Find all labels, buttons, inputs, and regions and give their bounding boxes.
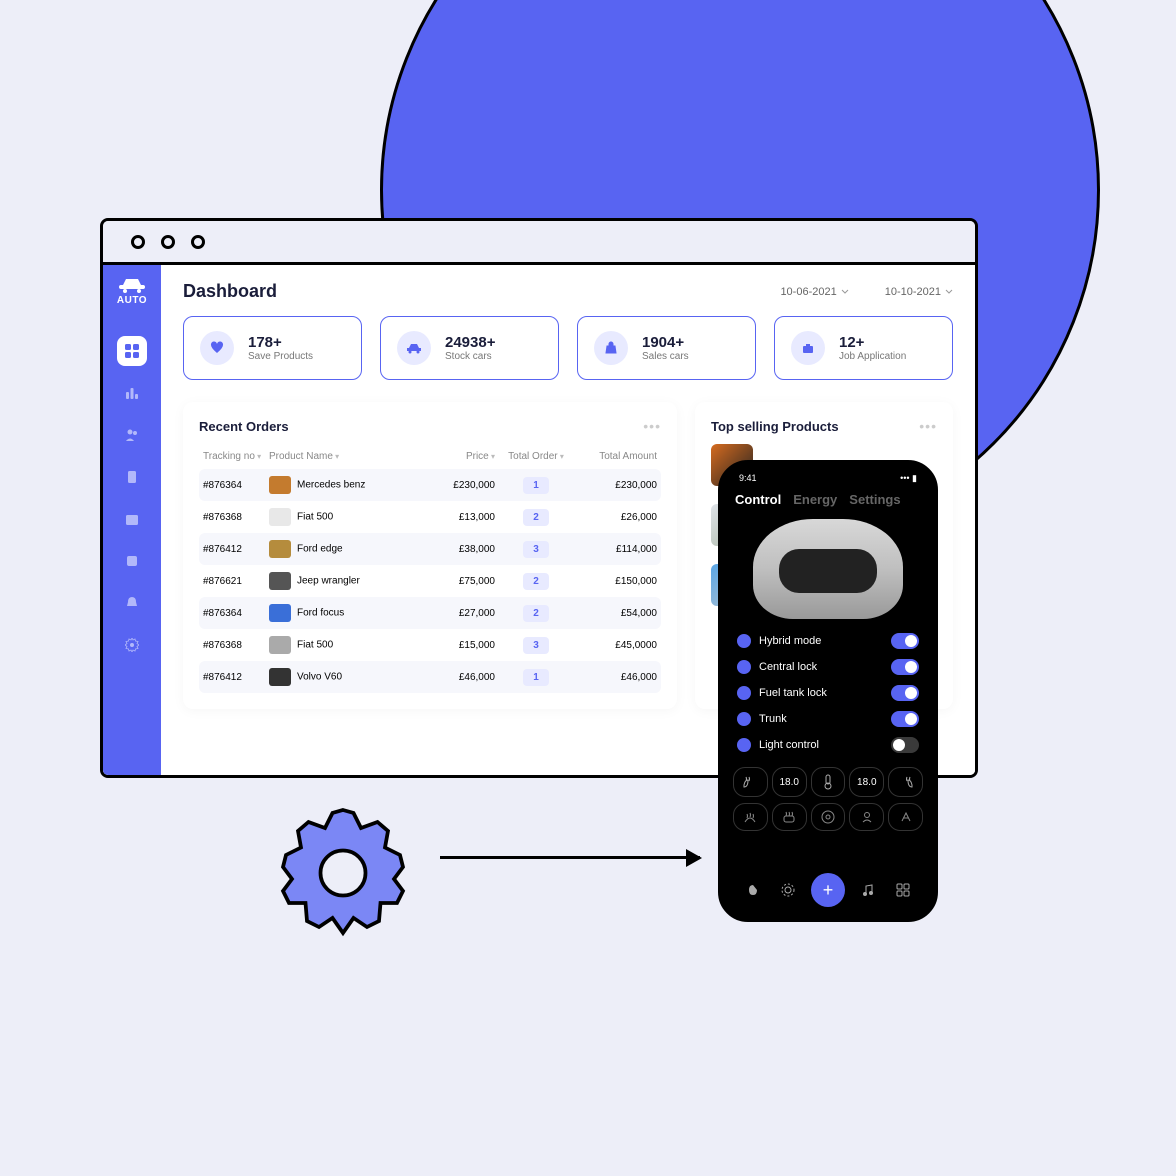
nav-documents[interactable]: [117, 462, 147, 492]
mobile-navbar: +: [731, 865, 925, 907]
panel-title: Top selling Products: [711, 419, 839, 434]
mobile-tabs: Control Energy Settings: [731, 492, 925, 507]
nav-analytics[interactable]: [117, 378, 147, 408]
col-price[interactable]: Price: [425, 451, 495, 462]
nav-apps-icon[interactable]: [890, 877, 916, 903]
temp-left[interactable]: 18.0: [772, 767, 807, 797]
toggle[interactable]: [891, 737, 919, 753]
col-total-order[interactable]: Total Order: [501, 451, 571, 462]
logo-text: AUTO: [117, 295, 147, 306]
nav-gear-icon[interactable]: [775, 877, 801, 903]
table-row[interactable]: #876364Ford focus£27,0002£54,000: [199, 597, 661, 629]
control-row: Light control: [737, 737, 919, 753]
nav-calendar[interactable]: [117, 504, 147, 534]
nav-add-button[interactable]: +: [811, 873, 845, 907]
status-time: 9:41: [739, 473, 757, 484]
secondary-controls: [733, 803, 923, 831]
steering-icon[interactable]: [811, 803, 846, 831]
climate-row: 18.0 18.0: [733, 767, 923, 797]
recent-orders-panel: Recent Orders ••• Tracking no Product Na…: [183, 402, 677, 709]
logo: AUTO: [117, 275, 147, 306]
defrost-rear-icon[interactable]: [772, 803, 807, 831]
gear-illustration: [268, 798, 418, 948]
page-title: Dashboard: [183, 281, 277, 302]
control-icon: [737, 712, 751, 726]
toggle[interactable]: [891, 633, 919, 649]
card-save-products[interactable]: 178+Save Products: [183, 316, 362, 380]
mobile-phone: 9:41 ••• ▮ Control Energy Settings Hybri…: [718, 460, 938, 922]
control-row: Fuel tank lock: [737, 685, 919, 701]
table-row[interactable]: #876368Fiat 500£15,0003£45,0000: [199, 629, 661, 661]
defrost-front-icon[interactable]: [733, 803, 768, 831]
toggle[interactable]: [891, 659, 919, 675]
table-row[interactable]: #876412Ford edge£38,0003£114,000: [199, 533, 661, 565]
table-row[interactable]: #876368Fiat 500£13,0002£26,000: [199, 501, 661, 533]
nav-settings[interactable]: [117, 630, 147, 660]
nav-notifications[interactable]: [117, 588, 147, 618]
control-row: Hybrid mode: [737, 633, 919, 649]
heart-icon: [200, 331, 234, 365]
arrow: [440, 856, 700, 859]
card-job-application[interactable]: 12+Job Application: [774, 316, 953, 380]
tab-energy[interactable]: Energy: [793, 492, 837, 507]
tab-control[interactable]: Control: [735, 492, 781, 507]
control-label: Trunk: [759, 713, 787, 725]
col-tracking[interactable]: Tracking no: [203, 451, 263, 462]
date-range: 10-06-2021 10-10-2021: [780, 286, 953, 298]
control-icon: [737, 634, 751, 648]
control-label: Hybrid mode: [759, 635, 821, 647]
tab-settings[interactable]: Settings: [849, 492, 900, 507]
bag-icon: [594, 331, 628, 365]
card-sales-cars[interactable]: 1904+Sales cars: [577, 316, 756, 380]
date-to[interactable]: 10-10-2021: [885, 286, 953, 298]
control-label: Fuel tank lock: [759, 687, 827, 699]
thermometer-icon[interactable]: [811, 767, 846, 797]
window-control[interactable]: [131, 235, 145, 249]
status-icons: ••• ▮: [900, 473, 917, 484]
car-icon: [397, 331, 431, 365]
more-icon[interactable]: •••: [643, 418, 661, 434]
status-bar: 9:41 ••• ▮: [731, 471, 925, 492]
more-icon[interactable]: •••: [919, 418, 937, 434]
panel-title: Recent Orders: [199, 419, 289, 434]
control-icon: [737, 686, 751, 700]
table-header: Tracking no Product Name Price Total Ord…: [199, 444, 661, 469]
stat-cards: 178+Save Products 24938+Stock cars 1904+…: [183, 316, 953, 380]
date-from[interactable]: 10-06-2021: [780, 286, 848, 298]
nav-reports[interactable]: [117, 546, 147, 576]
nav-users[interactable]: [117, 420, 147, 450]
nav-home-icon[interactable]: [740, 877, 766, 903]
control-list: Hybrid mode Central lock Fuel tank lock Tru…: [731, 629, 925, 757]
toggle[interactable]: [891, 711, 919, 727]
window-control[interactable]: [191, 235, 205, 249]
control-row: Trunk: [737, 711, 919, 727]
car-visual: [731, 513, 925, 629]
table-row[interactable]: #876364Mercedes benz£230,0001£230,000: [199, 469, 661, 501]
nav-dashboard[interactable]: [117, 336, 147, 366]
table-row[interactable]: #876621Jeep wrangler£75,0002£150,000: [199, 565, 661, 597]
sidebar: AUTO: [103, 265, 161, 775]
nav-music-icon[interactable]: [855, 877, 881, 903]
seat-heat-right[interactable]: [888, 767, 923, 797]
toggle[interactable]: [891, 685, 919, 701]
control-row: Central lock: [737, 659, 919, 675]
control-icon: [737, 660, 751, 674]
passenger-icon[interactable]: [849, 803, 884, 831]
temp-right[interactable]: 18.0: [849, 767, 884, 797]
briefcase-icon: [791, 331, 825, 365]
control-icon: [737, 738, 751, 752]
control-label: Light control: [759, 739, 819, 751]
col-total-amount: Total Amount: [577, 451, 657, 462]
browser-chrome: [103, 221, 975, 265]
seat-heat-left[interactable]: [733, 767, 768, 797]
col-product[interactable]: Product Name: [269, 451, 419, 462]
table-row[interactable]: #876412Volvo V60£46,0001£46,000: [199, 661, 661, 693]
auto-icon[interactable]: [888, 803, 923, 831]
control-label: Central lock: [759, 661, 817, 673]
window-control[interactable]: [161, 235, 175, 249]
card-stock-cars[interactable]: 24938+Stock cars: [380, 316, 559, 380]
